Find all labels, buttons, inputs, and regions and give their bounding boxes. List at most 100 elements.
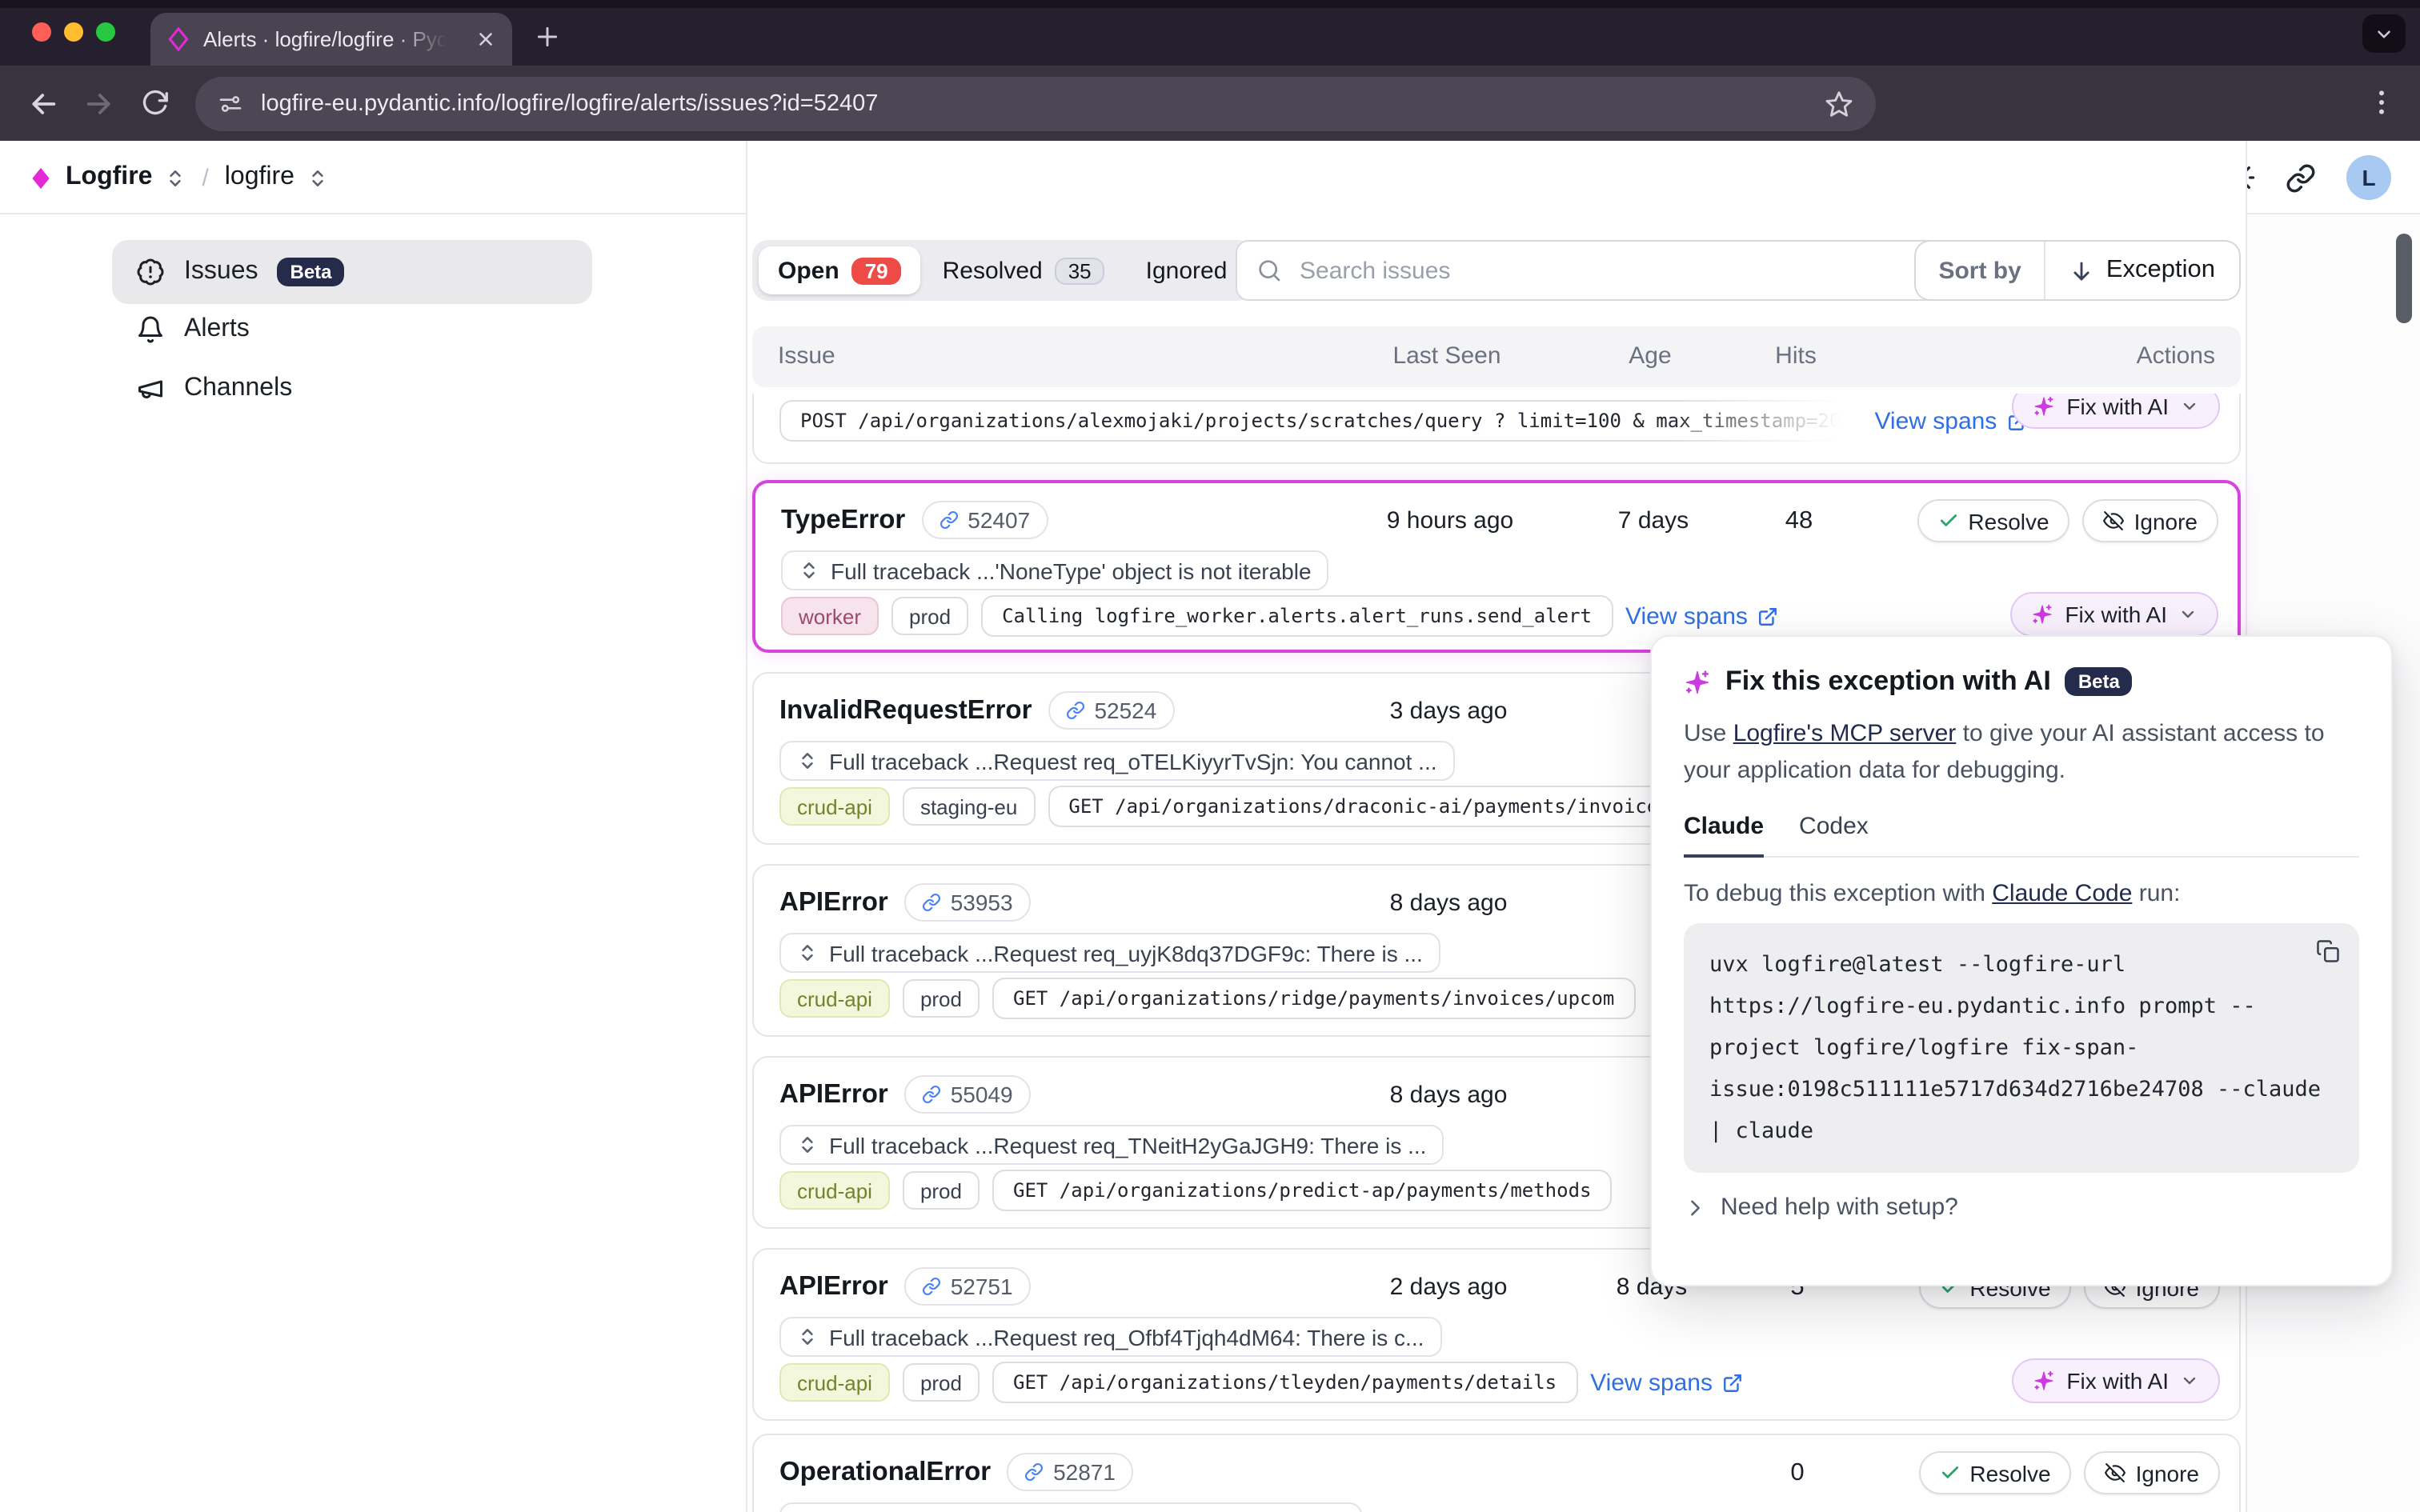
chevrons-up-down-icon[interactable] [165, 167, 186, 188]
project-selector[interactable]: logfire [225, 163, 294, 192]
table-row-typeerror[interactable]: TypeError 52407 9 hours ago 7 days 48 Re… [752, 480, 2241, 653]
issue-type: OperationalError [779, 1457, 991, 1487]
window-controls[interactable] [32, 22, 115, 42]
help-with-setup[interactable]: Need help with setup? [1684, 1194, 2359, 1221]
open-count-badge: 79 [852, 257, 901, 284]
issue-id-link[interactable]: 53953 [904, 883, 1031, 922]
table-row-partial[interactable]: POST /api/organizations/alexmojaki/proje… [752, 394, 2241, 464]
tag-worker: worker [781, 597, 879, 635]
resolve-button[interactable]: Resolve [1917, 499, 2069, 542]
filter-open[interactable]: Open 79 [759, 246, 920, 294]
view-spans-link[interactable]: View spans [1590, 1369, 1743, 1396]
minimize-window-button[interactable] [64, 22, 83, 42]
sort-control: Sort by Exception [1914, 240, 2241, 301]
fix-with-ai-button[interactable]: Fix with AI [2012, 394, 2220, 429]
ignore-button[interactable]: Ignore [2085, 1451, 2220, 1494]
megaphone-icon [136, 374, 165, 403]
browser-menu-icon[interactable] [2366, 86, 2398, 118]
issue-id-link[interactable]: 52871 [1007, 1453, 1133, 1491]
issue-id-link[interactable]: 52524 [1048, 691, 1174, 730]
tag-staging-eu: staging-eu [903, 787, 1035, 826]
org-selector[interactable]: Logfire [66, 163, 152, 192]
check-icon [1937, 510, 1958, 531]
sort-value-dropdown[interactable]: Exception [2045, 256, 2239, 285]
eye-off-icon [2105, 1462, 2126, 1483]
column-issue: Issue [778, 342, 835, 370]
issue-type: InvalidRequestError [779, 695, 1032, 726]
logfire-app: Logfire / logfire Live Dashboards Evalsb… [0, 141, 2420, 1512]
chevron-down-icon [2374, 23, 2394, 44]
tab-codex[interactable]: Codex [1799, 813, 1869, 856]
tag-prod: prod [903, 979, 980, 1018]
forward-button[interactable] [83, 88, 115, 120]
fix-with-ai-button[interactable]: Fix with AI [2012, 1358, 2220, 1403]
span-code: GET /api/organizations/predict-ap/paymen… [992, 1170, 1612, 1211]
external-link-icon [1722, 1372, 1743, 1393]
issue-id-link[interactable]: 55049 [904, 1075, 1031, 1114]
url-text[interactable]: logfire-eu.pydantic.info/logfire/logfire… [261, 91, 1807, 117]
scrollbar-thumb[interactable] [2396, 234, 2412, 323]
tab-search-button[interactable] [2362, 14, 2406, 53]
last-seen-value: 9 hours ago [1387, 507, 1513, 534]
resolve-button[interactable]: Resolve [1918, 1451, 2071, 1494]
claude-code-link[interactable]: Claude Code [1992, 880, 2132, 907]
chevrons-up-down-icon [797, 1134, 818, 1155]
command-line: issue:0198c511111e5717d634d2716be24708 -… [1709, 1069, 2334, 1110]
browser-tab-strip: Alerts · logfire/logfire · Pydant [0, 0, 2420, 66]
chevron-right-icon [1684, 1196, 1706, 1218]
ignore-button[interactable]: Ignore [2083, 499, 2218, 542]
span-code: POST /api/organizations/alexmojaki/proje… [779, 400, 1861, 442]
browser-toolbar: logfire-eu.pydantic.info/logfire/logfire… [0, 66, 2420, 141]
logfire-logo-icon [29, 166, 53, 190]
copy-icon[interactable] [2316, 939, 2340, 963]
search-input[interactable] [1296, 255, 1929, 286]
close-window-button[interactable] [32, 22, 51, 42]
sparkles-icon [2031, 603, 2053, 626]
traceback-pill[interactable]: Full traceback ...'NoneType' object is n… [781, 550, 1329, 590]
filter-resolved[interactable]: Resolved 35 [924, 257, 1124, 284]
traceback-pill[interactable]: Full traceback ...Request req_uyjK8dq37D… [779, 933, 1440, 973]
traceback-pill[interactable] [779, 1502, 1362, 1512]
sidebar-item-alerts[interactable]: Alerts [112, 301, 592, 358]
filter-ignored[interactable]: Ignored [1127, 257, 1247, 284]
site-settings-icon[interactable] [218, 91, 243, 117]
traceback-pill[interactable]: Full traceback ...Request req_oTELKiyyrT… [779, 741, 1455, 781]
mcp-server-link[interactable]: Logfire's MCP server [1733, 720, 1957, 747]
breadcrumb-separator: / [202, 164, 208, 191]
tag-crud-api: crud-api [779, 787, 890, 826]
bookmark-star-icon[interactable] [1825, 90, 1853, 118]
chevrons-up-down-icon[interactable] [307, 167, 328, 188]
sidebar-item-channels[interactable]: Channels [112, 360, 592, 418]
resolved-count-badge: 35 [1056, 257, 1104, 284]
back-button[interactable] [27, 88, 59, 120]
hits-value: 0 [1790, 1459, 1804, 1488]
tab-claude[interactable]: Claude [1684, 813, 1764, 858]
fix-with-ai-button[interactable]: Fix with AI [2010, 592, 2218, 637]
traceback-pill[interactable]: Full traceback ...Request req_Ofbf4Tjqh4… [779, 1317, 1441, 1357]
url-bar[interactable]: logfire-eu.pydantic.info/logfire/logfire… [195, 77, 1876, 131]
view-spans-link[interactable]: View spans [1874, 407, 2027, 434]
issue-id-link[interactable]: 52407 [921, 501, 1048, 539]
view-spans-link[interactable]: View spans [1625, 602, 1778, 630]
browser-tab[interactable]: Alerts · logfire/logfire · Pydant [150, 13, 512, 66]
last-seen-value: 8 days ago [1390, 1082, 1508, 1109]
window-edge [0, 0, 2420, 8]
search-icon [1256, 258, 1282, 283]
command-code-block: uvx logfire@latest --logfire-url https:/… [1684, 923, 2359, 1173]
table-row-operationalerror[interactable]: OperationalError 52871 0 Resolve Ignore [752, 1434, 2241, 1512]
table-header: Issue Last Seen Age Hits Actions [752, 326, 2241, 387]
share-link-icon[interactable] [2286, 162, 2316, 193]
tag-crud-api: crud-api [779, 1363, 890, 1402]
span-code: GET /api/organizations/draconic-ai/payme… [1048, 786, 1690, 827]
reload-button[interactable] [141, 88, 170, 117]
sidebar-item-issues[interactable]: Issues Beta [112, 240, 592, 304]
avatar[interactable]: L [2346, 155, 2391, 200]
close-tab-icon[interactable] [475, 29, 496, 50]
maximize-window-button[interactable] [96, 22, 115, 42]
issue-id-link[interactable]: 52751 [904, 1267, 1031, 1306]
traceback-pill[interactable]: Full traceback ...Request req_TNeitH2yGa… [779, 1125, 1444, 1165]
new-tab-button[interactable] [535, 24, 560, 50]
last-seen-value: 8 days ago [1390, 890, 1508, 917]
command-line: | claude [1709, 1110, 2334, 1152]
tab-title: Alerts · logfire/logfire · Pydant [203, 27, 447, 51]
